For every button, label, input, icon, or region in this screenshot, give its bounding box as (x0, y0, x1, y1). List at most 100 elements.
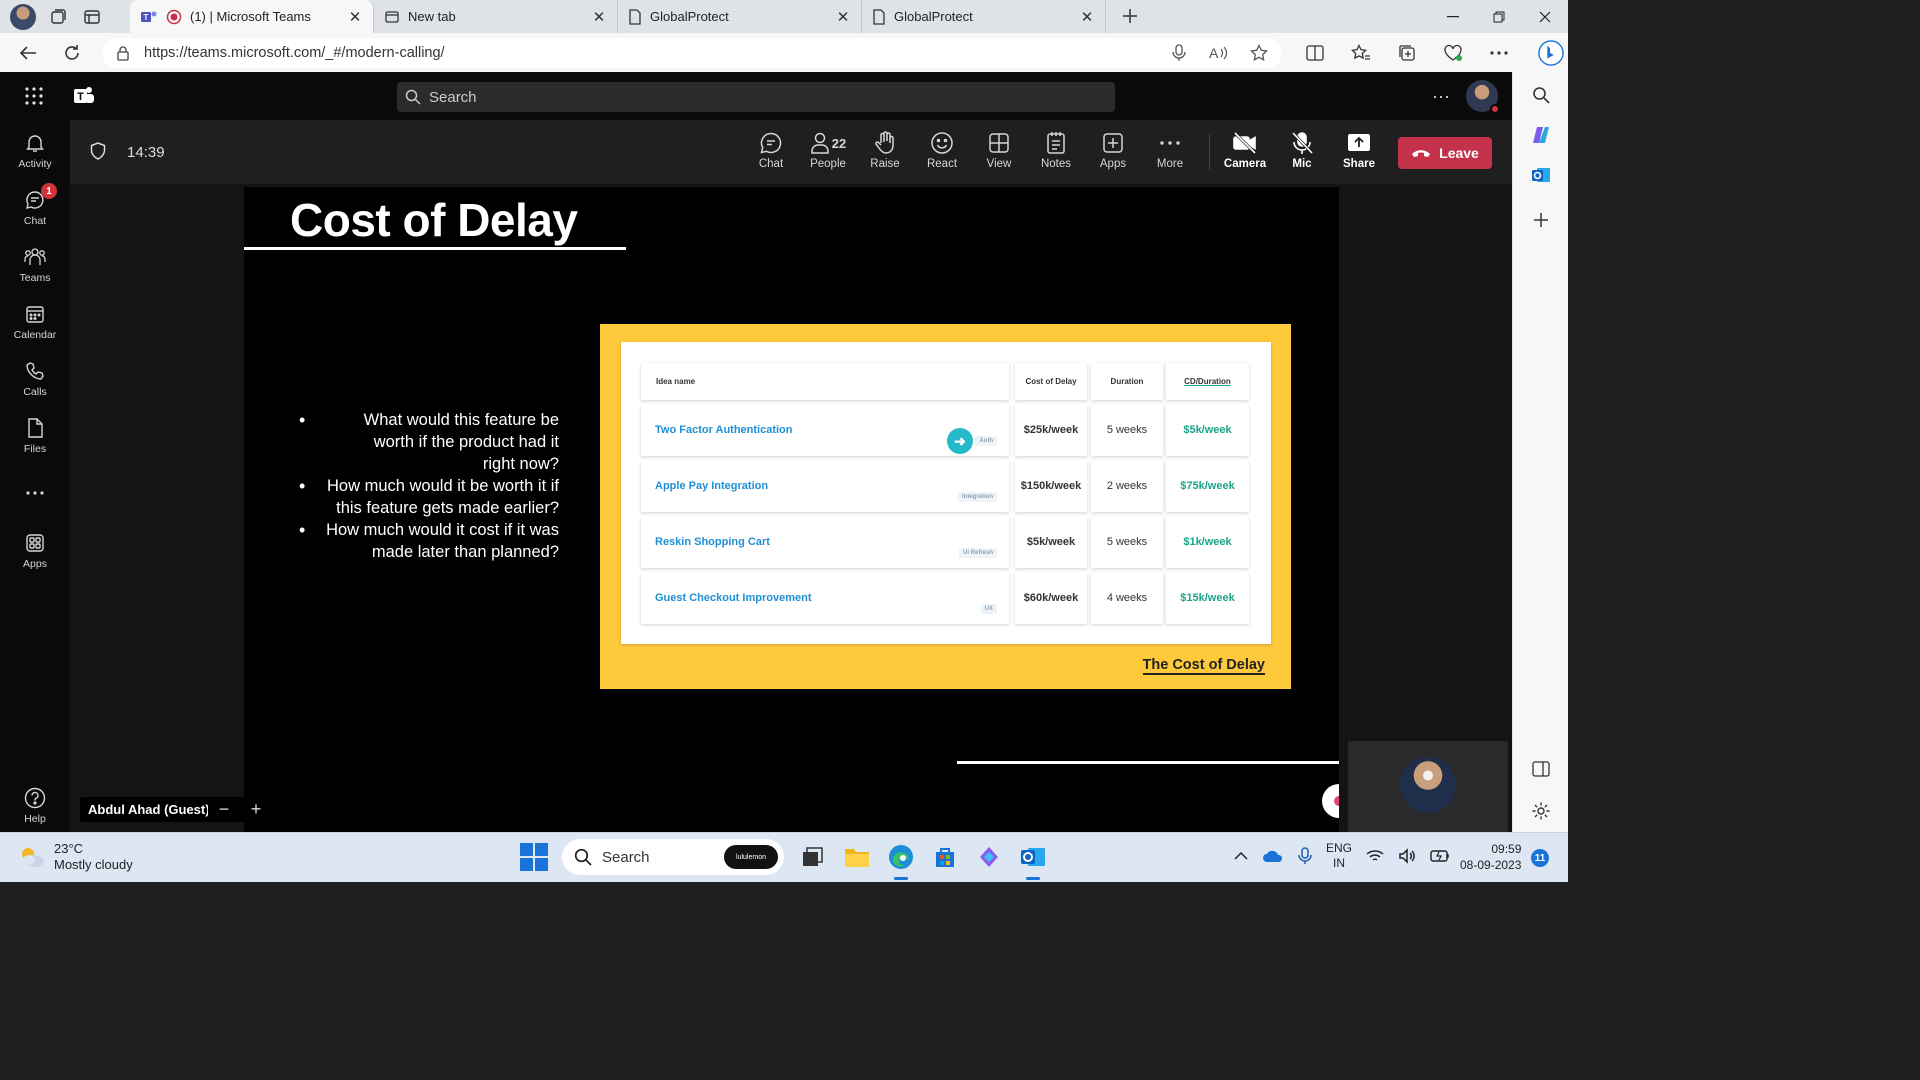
people-button[interactable]: 22 People (800, 130, 856, 178)
react-button[interactable]: React (914, 130, 970, 178)
people-label: People (810, 158, 846, 170)
volume-icon[interactable] (1398, 848, 1416, 864)
close-tab-icon[interactable]: ✕ (1079, 9, 1095, 26)
browser-essentials-icon[interactable] (1440, 40, 1466, 66)
mic-toggle[interactable]: Mic (1274, 130, 1330, 178)
notification-count-badge[interactable]: 11 (1531, 849, 1549, 867)
notes-button[interactable]: Notes (1028, 130, 1084, 178)
rail-more-apps-icon[interactable] (0, 482, 70, 532)
share-button[interactable]: Share (1331, 130, 1387, 178)
sidebar-settings-icon[interactable] (1528, 798, 1554, 824)
taskbar-search-input[interactable]: Search lululemon (562, 839, 784, 875)
microphone-icon[interactable] (1298, 847, 1312, 865)
camera-toggle[interactable]: Camera (1217, 130, 1273, 178)
outlook-icon[interactable] (1528, 162, 1554, 188)
browser-tab-strip: T (1) | Microsoft Teams ✕ New tab ✕ Glob… (0, 0, 1568, 33)
refresh-icon[interactable] (56, 37, 88, 69)
add-sidebar-app-icon[interactable] (1528, 207, 1554, 233)
idea-name: Reskin Shopping Cart (655, 536, 770, 548)
zoom-in-button[interactable]: + (251, 799, 262, 820)
tab-teams[interactable]: T (1) | Microsoft Teams ✕ (130, 0, 374, 33)
slide-logo-mark (1322, 784, 1339, 818)
copilot-app-icon[interactable] (974, 842, 1004, 872)
cod-table-image: Idea name Cost of Delay Duration CD/Dura… (600, 324, 1291, 689)
back-icon[interactable] (12, 37, 44, 69)
microsoft-store-icon[interactable] (930, 842, 960, 872)
raise-hand-button[interactable]: Raise (857, 130, 913, 178)
rail-item-teams[interactable]: Teams (0, 246, 70, 296)
user-avatar[interactable] (1466, 80, 1500, 114)
tab-actions-icon[interactable] (80, 5, 104, 29)
close-tab-icon[interactable]: ✕ (591, 9, 607, 26)
restore-icon[interactable] (1476, 0, 1522, 33)
favorites-icon[interactable] (1348, 40, 1374, 66)
microphone-icon[interactable] (1172, 43, 1186, 62)
tab-globalprotect-1[interactable]: GlobalProtect ✕ (618, 0, 862, 33)
task-view-icon[interactable] (798, 842, 828, 872)
collections-icon[interactable] (1394, 40, 1420, 66)
minimize-icon[interactable] (1430, 0, 1476, 33)
address-bar: https://teams.microsoft.com/_#/modern-ca… (0, 33, 1568, 72)
favorite-star-icon[interactable] (1250, 43, 1268, 62)
lock-icon[interactable] (116, 45, 130, 61)
copilot-icon[interactable] (1528, 122, 1554, 148)
wifi-icon[interactable] (1366, 849, 1384, 863)
zoom-controls: − + (208, 797, 272, 822)
rail-item-chat[interactable]: Chat 1 (0, 183, 70, 239)
sidebar-search-icon[interactable] (1528, 82, 1554, 108)
leave-button[interactable]: Leave (1398, 137, 1492, 169)
rail-item-activity[interactable]: Activity (0, 132, 70, 182)
language-indicator[interactable]: ENG IN (1326, 841, 1352, 871)
onedrive-icon[interactable] (1262, 849, 1284, 863)
add-app-icon (1102, 130, 1124, 156)
controls-divider (1209, 134, 1210, 170)
workspaces-icon[interactable] (46, 5, 70, 29)
file-explorer-icon[interactable] (842, 842, 872, 872)
teams-logo-icon[interactable]: T (72, 84, 96, 108)
profile-avatar[interactable] (10, 3, 36, 30)
battery-icon[interactable] (1430, 849, 1450, 863)
tab-new-tab[interactable]: New tab ✕ (374, 0, 618, 33)
windows-start-icon[interactable] (520, 843, 548, 871)
calendar-icon (24, 303, 46, 325)
temperature: 23°C (54, 841, 84, 856)
close-tab-icon[interactable]: ✕ (835, 9, 851, 26)
zoom-out-button[interactable]: − (219, 799, 230, 820)
split-screen-icon[interactable] (1302, 40, 1328, 66)
self-video-tile[interactable] (1348, 741, 1508, 832)
close-window-icon[interactable] (1522, 0, 1568, 33)
read-aloud-icon[interactable]: A (1208, 45, 1228, 61)
idea-tag: Auth (975, 436, 997, 446)
more-actions-button[interactable]: More (1142, 130, 1198, 178)
meeting-info-shield-icon[interactable] (90, 142, 106, 160)
cost-of-delay-cell: $25k/week (1015, 404, 1087, 456)
hide-sidebar-icon[interactable] (1528, 756, 1554, 782)
table-row-idea: Apple Pay Integration Integration (641, 460, 1009, 512)
settings-more-icon[interactable] (1486, 40, 1512, 66)
outlook-app-icon[interactable] (1018, 842, 1048, 880)
chat-button[interactable]: Chat (743, 130, 799, 178)
weather-widget[interactable]: 23°C Mostly cloudy (18, 841, 133, 873)
rail-item-files[interactable]: Files (0, 417, 70, 467)
rail-item-calendar[interactable]: Calendar (0, 303, 70, 353)
url-field[interactable]: https://teams.microsoft.com/_#/modern-ca… (102, 37, 1282, 68)
rail-item-calls[interactable]: Calls (0, 360, 70, 410)
rail-item-apps[interactable]: Apps (0, 532, 70, 582)
view-button[interactable]: View (971, 130, 1027, 178)
table-row-idea: Reskin Shopping Cart UI Refresh (641, 516, 1009, 568)
settings-and-more-icon[interactable]: ··· (1432, 86, 1450, 107)
slide-bullets: What would this feature be worth if the … (299, 409, 559, 563)
edge-browser-icon[interactable] (886, 842, 916, 880)
chevron-up-icon[interactable] (1234, 851, 1248, 861)
teams-search-input[interactable]: Search (397, 82, 1115, 112)
cost-of-delay-cell: $150k/week (1015, 460, 1087, 512)
cd-duration-cell: $1k/week (1166, 516, 1249, 568)
rail-item-help[interactable]: Help (0, 787, 70, 837)
system-clock[interactable]: 09:59 08-09-2023 (1460, 841, 1521, 873)
bing-copilot-icon[interactable] (1538, 39, 1564, 66)
app-launcher-icon[interactable] (24, 86, 44, 106)
new-tab-icon[interactable] (1118, 4, 1142, 28)
tab-globalprotect-2[interactable]: GlobalProtect ✕ (862, 0, 1106, 33)
close-tab-icon[interactable]: ✕ (347, 9, 363, 26)
apps-button[interactable]: Apps (1085, 130, 1141, 178)
